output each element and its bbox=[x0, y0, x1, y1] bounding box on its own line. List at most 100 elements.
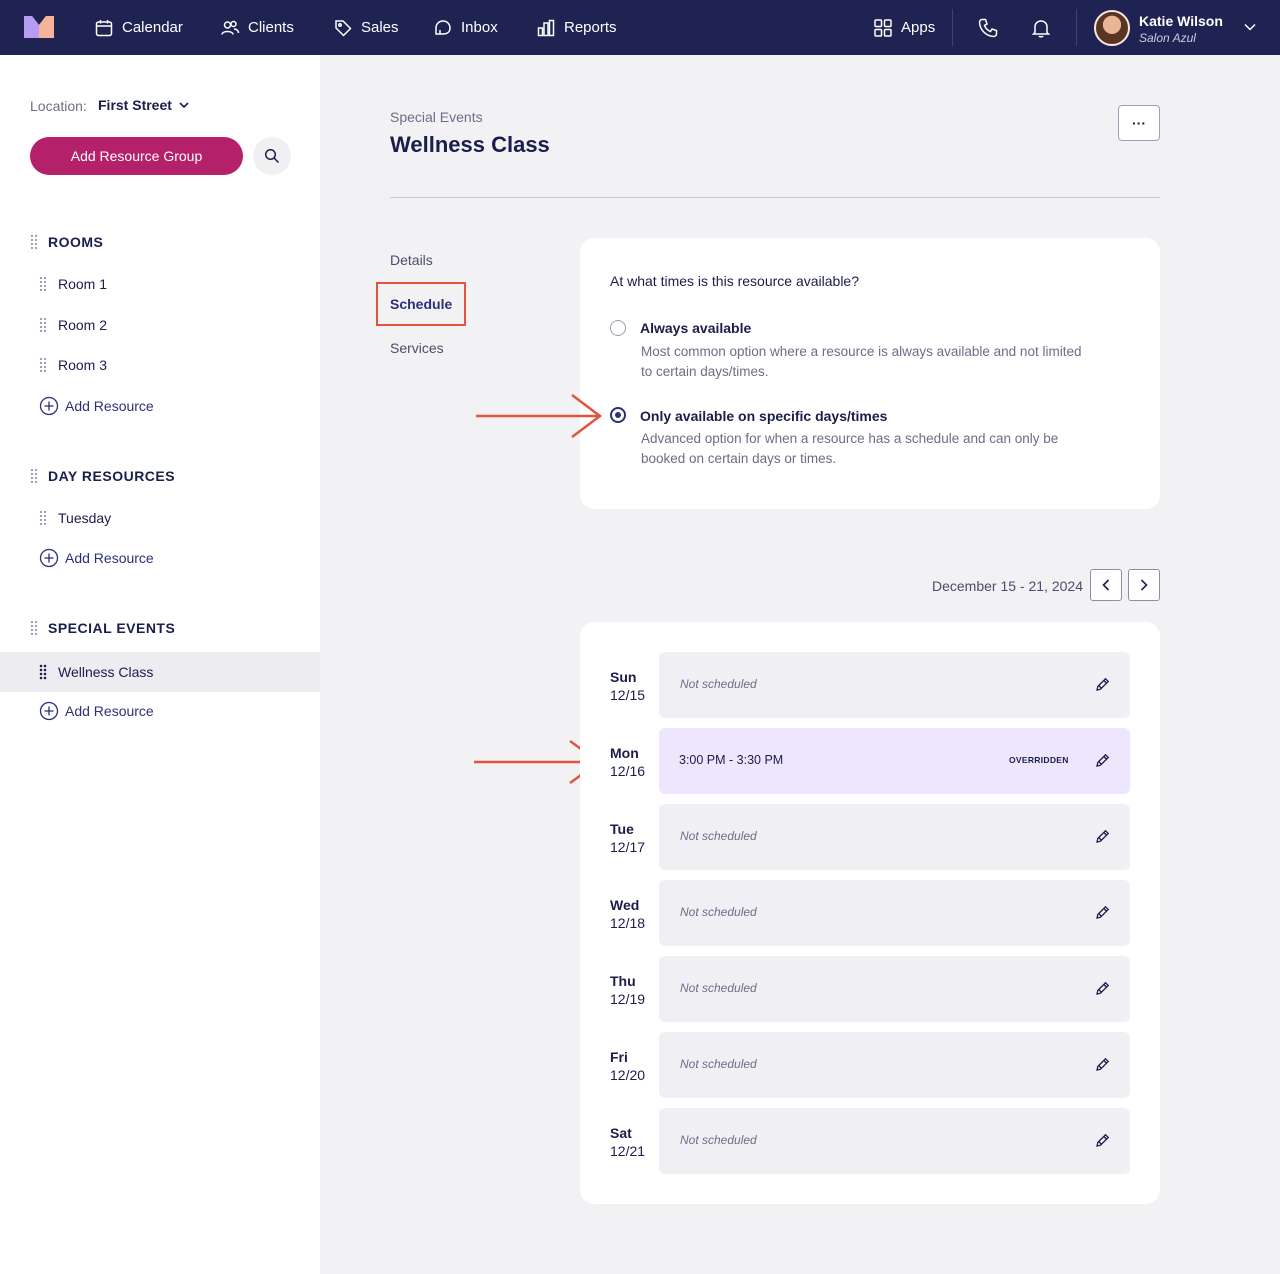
nav-sales-label: Sales bbox=[361, 19, 399, 36]
calendar-icon bbox=[95, 19, 113, 36]
sidebar-item-label: Room 3 bbox=[58, 357, 108, 373]
day-name: Mon bbox=[610, 745, 639, 761]
nav-apps-label: Apps bbox=[901, 19, 936, 36]
location-label: Location: bbox=[30, 98, 87, 114]
schedule-slot[interactable]: Not scheduled bbox=[659, 956, 1130, 1022]
drag-handle-icon[interactable] bbox=[39, 276, 47, 292]
bell-icon[interactable] bbox=[1030, 17, 1052, 39]
slot-text: Not scheduled bbox=[680, 677, 757, 691]
group-title: SPECIAL EVENTS bbox=[48, 620, 176, 636]
schedule-slot[interactable]: Not scheduled bbox=[659, 804, 1130, 870]
slot-text: Not scheduled bbox=[680, 829, 757, 843]
drag-handle-icon[interactable] bbox=[30, 620, 38, 636]
day-name: Tue bbox=[610, 821, 634, 837]
avatar[interactable] bbox=[1094, 10, 1130, 46]
pencil-icon[interactable] bbox=[1094, 1056, 1111, 1073]
resource-group-header[interactable]: SPECIAL EVENTS bbox=[30, 620, 175, 636]
location-selector[interactable]: First Street bbox=[98, 97, 190, 113]
day-name: Sat bbox=[610, 1125, 632, 1141]
schedule-slot[interactable]: Not scheduled bbox=[659, 880, 1130, 946]
nav-inbox[interactable]: Inbox bbox=[433, 0, 498, 55]
day-label: Tue 12/17 bbox=[610, 820, 645, 856]
user-name: Katie Wilson bbox=[1139, 13, 1223, 29]
slot-text: Not scheduled bbox=[680, 905, 757, 919]
nav-apps[interactable]: Apps bbox=[873, 0, 935, 55]
option-description: Most common option where a resource is a… bbox=[641, 344, 1082, 379]
resource-group-header[interactable]: DAY RESOURCES bbox=[30, 468, 175, 484]
sidebar-item-wellness-class[interactable]: Wellness Class bbox=[0, 652, 320, 692]
search-button[interactable] bbox=[253, 137, 291, 175]
day-name: Thu bbox=[610, 973, 636, 989]
nav-calendar-label: Calendar bbox=[122, 19, 183, 36]
inbox-icon bbox=[435, 19, 451, 35]
pencil-icon[interactable] bbox=[1094, 752, 1111, 769]
nav-clients[interactable]: Clients bbox=[220, 0, 294, 55]
sidebar-item-label: Wellness Class bbox=[58, 664, 154, 680]
schedule-slot-overridden[interactable]: 3:00 PM - 3:30 PM OVERRIDDEN bbox=[659, 728, 1130, 794]
drag-handle-icon[interactable] bbox=[39, 317, 47, 333]
annotation-highlight-box bbox=[376, 282, 466, 326]
sidebar-item-label: Room 2 bbox=[58, 317, 108, 333]
pencil-icon[interactable] bbox=[1094, 828, 1111, 845]
drag-handle-icon[interactable] bbox=[30, 234, 38, 250]
slot-text: Not scheduled bbox=[680, 1057, 757, 1071]
location-value: First Street bbox=[98, 97, 172, 113]
nav-inbox-label: Inbox bbox=[461, 19, 498, 36]
add-resource-group-button[interactable]: Add Resource Group bbox=[30, 137, 243, 175]
drag-handle-icon[interactable] bbox=[39, 664, 47, 680]
add-resource-label: Add Resource bbox=[65, 398, 154, 414]
drag-handle-icon[interactable] bbox=[30, 468, 38, 484]
day-name: Sun bbox=[610, 669, 637, 685]
schedule-slot[interactable]: Not scheduled bbox=[659, 1108, 1130, 1174]
drag-handle-icon[interactable] bbox=[39, 510, 47, 526]
breadcrumb[interactable]: Special Events bbox=[390, 109, 483, 125]
add-resource-link[interactable]: Add Resource bbox=[39, 701, 154, 721]
group-title: DAY RESOURCES bbox=[48, 468, 176, 484]
availability-question: At what times is this resource available… bbox=[610, 273, 859, 289]
add-resource-link[interactable]: Add Resource bbox=[39, 548, 154, 568]
add-resource-link[interactable]: Add Resource bbox=[39, 396, 154, 416]
pencil-icon[interactable] bbox=[1094, 980, 1111, 997]
nav-sales[interactable]: Sales bbox=[333, 0, 399, 55]
brand-logo[interactable] bbox=[24, 16, 54, 38]
schedule-slot[interactable]: Not scheduled bbox=[659, 652, 1130, 718]
chevron-down-icon[interactable] bbox=[1243, 20, 1257, 34]
sidebar-item-room-2[interactable]: Room 2 bbox=[39, 317, 107, 333]
resource-group-header[interactable]: ROOMS bbox=[30, 234, 103, 250]
pencil-icon[interactable] bbox=[1094, 904, 1111, 921]
slot-text: Not scheduled bbox=[680, 981, 757, 995]
chevron-right-icon bbox=[1140, 579, 1148, 591]
pencil-icon[interactable] bbox=[1094, 1132, 1111, 1149]
option-title[interactable]: Always available bbox=[640, 320, 751, 336]
pencil-icon[interactable] bbox=[1094, 676, 1111, 693]
day-label: Mon 12/16 bbox=[610, 744, 645, 780]
option-title[interactable]: Only available on specific days/times bbox=[640, 408, 887, 424]
plus-circle-icon bbox=[39, 548, 59, 568]
next-week-button[interactable] bbox=[1128, 569, 1160, 601]
radio-always-available[interactable] bbox=[610, 320, 626, 336]
add-resource-label: Add Resource bbox=[65, 703, 154, 719]
sidebar-item-label: Room 1 bbox=[58, 276, 108, 292]
day-name: Fri bbox=[610, 1049, 628, 1065]
more-options-button[interactable]: ··· bbox=[1118, 105, 1160, 141]
day-label: Sat 12/21 bbox=[610, 1124, 645, 1160]
sidebar-item-room-3[interactable]: Room 3 bbox=[39, 357, 107, 373]
nav-reports[interactable]: Reports bbox=[536, 0, 617, 55]
nav-calendar[interactable]: Calendar bbox=[94, 0, 183, 55]
sidebar-item-tuesday[interactable]: Tuesday bbox=[39, 510, 111, 526]
overridden-badge: OVERRIDDEN bbox=[1009, 755, 1069, 765]
tag-icon bbox=[335, 19, 352, 37]
drag-handle-icon[interactable] bbox=[39, 357, 47, 373]
nav-divider bbox=[952, 9, 953, 46]
schedule-slot[interactable]: Not scheduled bbox=[659, 1032, 1130, 1098]
sidebar-item-room-1[interactable]: Room 1 bbox=[39, 276, 107, 292]
phone-icon[interactable] bbox=[977, 17, 999, 39]
slot-text: Not scheduled bbox=[680, 1133, 757, 1147]
previous-week-button[interactable] bbox=[1090, 569, 1122, 601]
tab-details[interactable]: Details bbox=[390, 252, 433, 268]
sidebar-item-label: Tuesday bbox=[58, 510, 112, 526]
day-date: 12/18 bbox=[610, 915, 646, 931]
tab-services[interactable]: Services bbox=[390, 340, 444, 356]
radio-specific-times[interactable] bbox=[610, 407, 626, 423]
day-label: Fri 12/20 bbox=[610, 1048, 645, 1084]
